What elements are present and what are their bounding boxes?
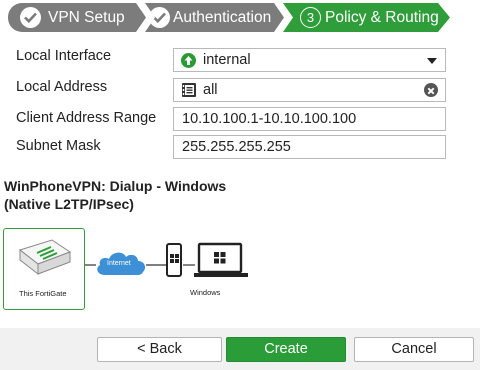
back-button[interactable]: < Back (97, 337, 222, 362)
cloud-label: Internet (107, 260, 131, 267)
phone-icon (166, 243, 182, 277)
create-button[interactable]: Create (226, 337, 346, 362)
footer-bar: < Back Create Cancel (0, 328, 480, 370)
laptop-icon (194, 242, 248, 277)
windows-client-label: Windows (190, 288, 221, 297)
cancel-button[interactable]: Cancel (354, 337, 474, 362)
